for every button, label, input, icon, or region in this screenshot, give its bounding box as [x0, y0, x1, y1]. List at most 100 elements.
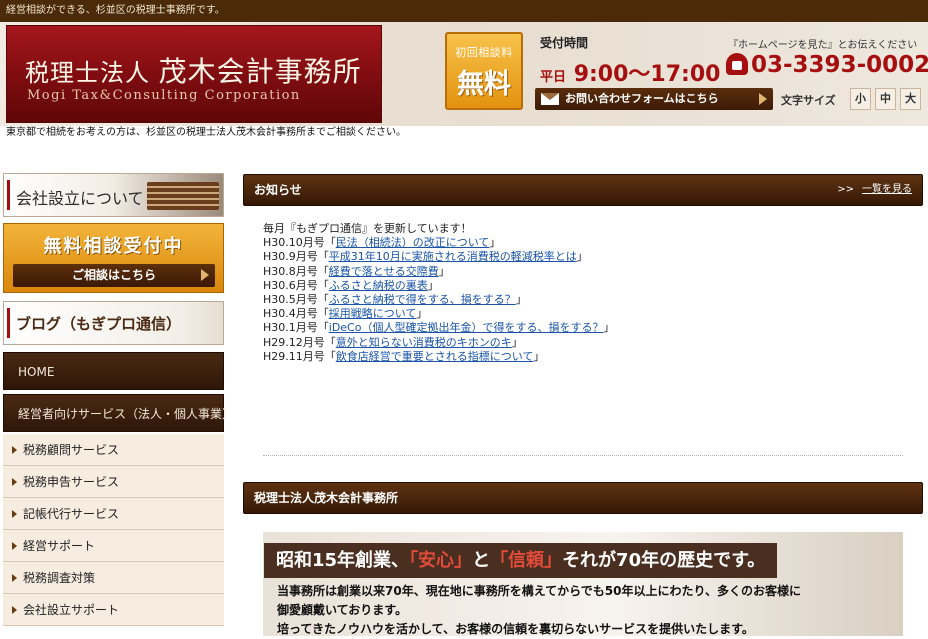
hero-keyword-anshin: 「安心」 [409, 550, 473, 571]
hero-text-start: 昭和15年創業、 [276, 550, 410, 571]
logo-title-main: 茂木会計事務所 [158, 55, 362, 88]
news-more-label: 一覧を見る [862, 184, 912, 195]
site-header: 税理士法人 茂木会計事務所 Mogi Tax&Consulting Corpor… [0, 22, 928, 126]
nav-item-label: 税務顧問サービス [23, 443, 120, 457]
news-item-issue: H30.10月号「 [263, 236, 336, 250]
consultation-button-label: ご相談はこちら [71, 268, 156, 282]
mail-icon [541, 93, 559, 105]
news-item-issue: H30.8月号「 [263, 264, 329, 278]
logo-subtitle: Mogi Tax&Consulting Corporation [27, 88, 301, 103]
news-list: 毎月『もぎプロ通信』を更新しています！ H30.10月号「民法（相続法）の改正に… [263, 222, 903, 364]
news-item-close: 」 [515, 293, 527, 307]
news-item: H30.8月号「経費で落とせる交際費」 [263, 265, 903, 279]
news-item-issue: H29.12月号「 [263, 335, 336, 349]
nav-item-tax-filing[interactable]: 税務申告サービス [3, 466, 224, 498]
nav-item-bookkeeping[interactable]: 記帳代行サービス [3, 498, 224, 530]
news-item: H29.12月号「意外と知らない消費税のキホンのキ」 [263, 336, 903, 350]
news-item-close: 」 [511, 335, 523, 349]
news-item-close: 」 [489, 236, 501, 250]
about-heading: 税理士法人茂木会計事務所 [254, 491, 399, 505]
nav-item-label: 税務申告サービス [23, 475, 120, 489]
banner-accent-bar [7, 308, 10, 338]
arrow-right-icon [201, 269, 209, 281]
triangle-right-icon [12, 478, 17, 486]
news-item-issue: H30.4月号「 [263, 307, 329, 321]
news-item-issue: H30.1月号「 [263, 321, 329, 335]
phone-note: 『ホームページを見た』とお伝えください [728, 40, 918, 51]
news-item-close: 」 [576, 250, 588, 264]
news-more-link[interactable]: >> 一覧を見る [837, 175, 912, 205]
news-item-link[interactable]: 経費で落とせる交際費 [329, 265, 439, 278]
nav-home[interactable]: HOME [3, 352, 224, 390]
news-item-issue: H29.11月号「 [263, 349, 336, 363]
news-item: H30.9月号「平成31年10月に実施される消費税の軽減税率とは」 [263, 250, 903, 264]
font-size-small-button[interactable]: 小 [850, 88, 871, 110]
logo-title-prefix: 税理士法人 [25, 59, 150, 87]
about-hero-headline: 昭和15年創業、「安心」と「信頼」それが70年の歴史です。 [264, 543, 778, 578]
section-divider [263, 455, 903, 456]
font-size-label: 文字サイズ [781, 94, 836, 107]
triangle-right-icon [12, 606, 17, 614]
news-item-link[interactable]: iDeCo（個人型確定拠出年金）で得をする、損をする？ [329, 321, 604, 334]
news-item-close: 」 [427, 278, 439, 292]
nav-item-label: 会社設立サポート [23, 603, 120, 617]
news-item-link[interactable]: 平成31年10月に実施される消費税の軽減税率とは [329, 250, 577, 263]
nav-item-label: 記帳代行サービス [23, 507, 120, 521]
about-body: 当事務所は創業以来70年、現在地に事務所を構えてからでも50年以上にわたり、多く… [277, 582, 897, 639]
news-item: H30.4月号「採用戦略について」 [263, 307, 903, 321]
triangle-right-icon [12, 542, 17, 550]
news-heading-bar: お知らせ >> 一覧を見る [243, 174, 923, 206]
news-item-link[interactable]: ふるさと納税で得をする、損をする？ [329, 293, 516, 306]
hours-title: 受付時間 [540, 36, 589, 50]
top-tagline: 経営相談ができる、杉並区の税理士事務所です。 [6, 5, 225, 16]
free-badge-line2: 無料 [457, 69, 511, 100]
free-consultation-banner[interactable]: 無料相談受付中 ご相談はこちら [3, 223, 224, 293]
nav-item-management-support[interactable]: 経営サポート [3, 530, 224, 562]
top-tagline-bar: 経営相談ができる、杉並区の税理士事務所です。 [0, 0, 928, 22]
nav-item-label: 税務調査対策 [23, 571, 96, 585]
nav-item-tax-advisory[interactable]: 税務顧問サービス [3, 434, 224, 466]
triangle-right-icon [12, 510, 17, 518]
news-item-link[interactable]: 飲食店経営で重要とされる指標について [336, 350, 534, 363]
double-chevron-right-icon: >> [837, 184, 854, 195]
triangle-right-icon [12, 446, 17, 454]
nav-business-services[interactable]: 経営者向けサービス（法人・個人事業） [3, 394, 234, 432]
news-item: H30.10月号「民法（相続法）の改正について」 [263, 236, 903, 250]
company-setup-banner[interactable]: 会社設立について [3, 173, 224, 217]
news-item-close: 」 [416, 307, 428, 321]
site-logo[interactable]: 税理士法人 茂木会計事務所 Mogi Tax&Consulting Corpor… [6, 25, 382, 123]
nav-item-tax-audit[interactable]: 税務調査対策 [3, 562, 224, 594]
blog-banner-label: ブログ（もぎプロ通信） [16, 315, 182, 333]
news-item-link[interactable]: ふるさと納税の裏表 [329, 279, 428, 292]
news-heading: お知らせ [254, 183, 302, 197]
contact-form-label: お問い合わせフォームはこちら [565, 92, 719, 105]
phone-number-text: 03-3393-0002 [751, 52, 928, 78]
contact-form-button[interactable]: お問い合わせフォームはこちら [535, 88, 773, 110]
books-icon [147, 182, 219, 210]
font-size-medium-button[interactable]: 中 [875, 88, 896, 110]
nav-item-company-setup[interactable]: 会社設立サポート [3, 594, 224, 626]
about-body-line: 当事務所は創業以来70年、現在地に事務所を構えてからでも50年以上にわたり、多く… [277, 584, 801, 598]
phone-number[interactable]: 03-3393-0002 [726, 52, 928, 78]
news-item-link[interactable]: 意外と知らない消費税のキホンのキ [336, 336, 512, 349]
about-heading-bar: 税理士法人茂木会計事務所 [243, 482, 923, 514]
news-item-link[interactable]: 採用戦略について [329, 307, 417, 320]
arrow-right-icon [759, 93, 767, 105]
news-item: H30.5月号「ふるさと納税で得をする、損をする？」 [263, 293, 903, 307]
company-setup-banner-label: 会社設立について [16, 189, 144, 208]
consultation-button[interactable]: ご相談はこちら [13, 264, 215, 287]
news-intro: 毎月『もぎプロ通信』を更新しています！ [263, 222, 472, 235]
hours-days: 平日 [540, 70, 567, 85]
blog-banner[interactable]: ブログ（もぎプロ通信） [3, 301, 224, 345]
news-item-close: 」 [533, 349, 545, 363]
free-consultation-title: 無料相談受付中 [43, 236, 184, 257]
about-body-line: 培ってきたノウハウを活かして、お客様の信頼を裏切らないサービスを提供いたします。 [277, 622, 754, 636]
news-item: H30.1月号「iDeCo（個人型確定拠出年金）で得をする、損をする？」 [263, 321, 903, 335]
font-size-large-button[interactable]: 大 [900, 88, 921, 110]
news-item-issue: H30.5月号「 [263, 293, 329, 307]
about-body-line: 御愛顧戴いております。 [277, 603, 408, 617]
telephone-icon [726, 53, 748, 75]
news-item-link[interactable]: 民法（相続法）の改正について [336, 236, 490, 249]
intro-text: 東京都で相続をお考えの方は、杉並区の税理士法人茂木会計事務所までご相談ください。 [6, 127, 406, 138]
news-item-issue: H30.9月号「 [263, 250, 329, 264]
